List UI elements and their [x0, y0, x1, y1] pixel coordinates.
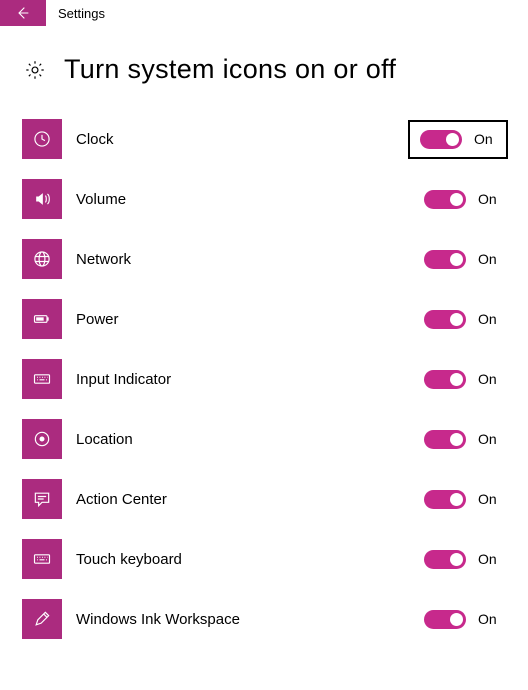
setting-row-touch-keyboard: Touch keyboard On	[22, 529, 506, 589]
toggle-group-touch-keyboard: On	[418, 548, 506, 571]
network-icon	[22, 239, 62, 279]
setting-row-location: Location On	[22, 409, 506, 469]
toggle-state-label: On	[478, 191, 500, 207]
power-icon	[22, 299, 62, 339]
toggle-state-label: On	[474, 131, 496, 147]
toggle-input-indicator[interactable]	[424, 370, 466, 389]
gear-icon	[22, 57, 48, 83]
toggle-group-input-indicator: On	[418, 368, 506, 391]
setting-label: Windows Ink Workspace	[76, 611, 418, 628]
toggle-power[interactable]	[424, 310, 466, 329]
toggle-group-location: On	[418, 428, 506, 451]
window-title: Settings	[46, 0, 105, 26]
toggle-state-label: On	[478, 491, 500, 507]
clock-icon	[22, 119, 62, 159]
ink-workspace-icon	[22, 599, 62, 639]
toggle-state-label: On	[478, 251, 500, 267]
setting-label: Power	[76, 311, 418, 328]
location-icon	[22, 419, 62, 459]
toggle-group-power: On	[418, 308, 506, 331]
toggle-state-label: On	[478, 551, 500, 567]
setting-label: Action Center	[76, 491, 418, 508]
setting-row-volume: Volume On	[22, 169, 506, 229]
toggle-state-label: On	[478, 311, 500, 327]
toggle-state-label: On	[478, 611, 500, 627]
action-center-icon	[22, 479, 62, 519]
toggle-group-action-center: On	[418, 488, 506, 511]
input-indicator-icon	[22, 359, 62, 399]
setting-row-action-center: Action Center On	[22, 469, 506, 529]
page-header: Turn system icons on or off	[22, 54, 528, 85]
touch-keyboard-icon	[22, 539, 62, 579]
back-button[interactable]	[0, 0, 46, 26]
toggle-group-volume: On	[418, 188, 506, 211]
toggle-network[interactable]	[424, 250, 466, 269]
setting-label: Input Indicator	[76, 371, 418, 388]
toggle-touch-keyboard[interactable]	[424, 550, 466, 569]
setting-row-power: Power On	[22, 289, 506, 349]
toggle-group-network: On	[418, 248, 506, 271]
setting-row-clock: Clock On	[22, 109, 506, 169]
toggle-group-ink-workspace: On	[418, 608, 506, 631]
setting-row-network: Network On	[22, 229, 506, 289]
toggle-state-label: On	[478, 371, 500, 387]
setting-row-ink-workspace: Windows Ink Workspace On	[22, 589, 506, 649]
setting-label: Volume	[76, 191, 418, 208]
titlebar: Settings	[0, 0, 528, 26]
settings-list: ClockOnVolumeOnNetworkOnPowerOnInput Ind…	[0, 109, 528, 649]
toggle-state-label: On	[478, 431, 500, 447]
setting-label: Touch keyboard	[76, 551, 418, 568]
toggle-group-clock: On	[410, 122, 506, 157]
toggle-clock[interactable]	[420, 130, 462, 149]
back-arrow-icon	[15, 5, 31, 21]
page-title: Turn system icons on or off	[64, 54, 396, 85]
setting-label: Location	[76, 431, 418, 448]
setting-label: Clock	[76, 131, 410, 148]
toggle-action-center[interactable]	[424, 490, 466, 509]
toggle-volume[interactable]	[424, 190, 466, 209]
toggle-ink-workspace[interactable]	[424, 610, 466, 629]
setting-label: Network	[76, 251, 418, 268]
toggle-location[interactable]	[424, 430, 466, 449]
volume-icon	[22, 179, 62, 219]
setting-row-input-indicator: Input Indicator On	[22, 349, 506, 409]
